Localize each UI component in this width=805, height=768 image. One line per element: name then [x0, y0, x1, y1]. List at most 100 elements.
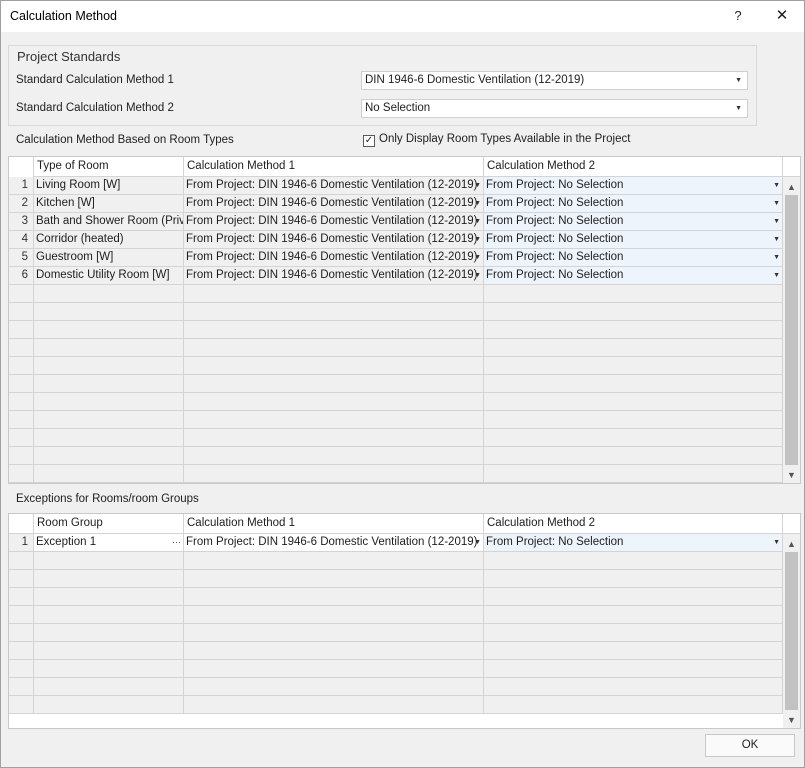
calc-method-2-header[interactable]: Calculation Method 2 — [484, 157, 783, 177]
chevron-down-icon[interactable]: ▼ — [474, 231, 481, 248]
exceptions-header: Room Group Calculation Method 1 Calculat… — [9, 514, 800, 534]
type-of-room-cell[interactable]: Guestroom [W] — [34, 249, 184, 267]
empty-cell — [484, 375, 783, 393]
chevron-down-icon[interactable]: ▼ — [474, 213, 481, 230]
standard-method-2-select[interactable]: No Selection ▼ — [361, 99, 748, 118]
calc-method-2-cell[interactable]: From Project: No Selection ▼ — [484, 534, 783, 552]
empty-cell — [484, 552, 783, 570]
calc-method-2-cell[interactable]: From Project: No Selection ▼ — [484, 177, 783, 195]
chevron-down-icon[interactable]: ▼ — [474, 267, 481, 284]
calc-method-1-cell[interactable]: From Project: DIN 1946-6 Domestic Ventil… — [184, 249, 484, 267]
chevron-down-icon[interactable]: ▼ — [474, 249, 481, 266]
row-number: 5 — [9, 249, 34, 267]
chevron-down-icon[interactable]: ▼ — [783, 712, 800, 728]
calc-method-1-header[interactable]: Calculation Method 1 — [184, 157, 484, 177]
empty-cell — [184, 303, 484, 321]
chevron-down-icon[interactable]: ▼ — [474, 177, 481, 194]
calc-method-1-cell[interactable]: From Project: DIN 1946-6 Domestic Ventil… — [184, 177, 484, 195]
type-of-room-cell[interactable]: Living Room [W] — [34, 177, 184, 195]
type-of-room-cell[interactable]: Domestic Utility Room [W] — [34, 267, 184, 285]
empty-cell — [9, 303, 34, 321]
empty-cell — [9, 321, 34, 339]
calc-method-1-cell[interactable]: From Project: DIN 1946-6 Domestic Ventil… — [184, 534, 484, 552]
empty-cell — [484, 285, 783, 303]
chevron-down-icon[interactable]: ▼ — [773, 534, 780, 551]
empty-cell — [34, 588, 184, 606]
type-of-room-cell[interactable]: Corridor (heated) — [34, 231, 184, 249]
standard-method-1-label: Standard Calculation Method 1 — [16, 74, 174, 86]
empty-cell — [484, 606, 783, 624]
empty-cell — [9, 624, 34, 642]
calc-method-1-cell[interactable]: From Project: DIN 1946-6 Domestic Ventil… — [184, 267, 484, 285]
chevron-down-icon[interactable]: ▼ — [773, 249, 780, 266]
empty-cell — [184, 642, 484, 660]
calc-method-2-value: From Project: No Selection — [486, 197, 624, 209]
exceptions-scrollbar[interactable]: ▲ ▼ — [783, 534, 800, 728]
scrollbar-thumb[interactable] — [785, 552, 798, 710]
room-types-section-label: Calculation Method Based on Room Types — [16, 134, 234, 146]
chevron-down-icon[interactable]: ▼ — [773, 213, 780, 230]
close-button[interactable]: ✕ — [770, 5, 794, 27]
calc-method-2-header[interactable]: Calculation Method 2 — [484, 514, 783, 534]
chevron-up-icon[interactable]: ▲ — [783, 536, 800, 552]
chevron-down-icon[interactable]: ▼ — [783, 467, 800, 483]
type-of-room-header[interactable]: Type of Room — [34, 157, 184, 177]
standard-method-1-select[interactable]: DIN 1946-6 Domestic Ventilation (12-2019… — [361, 71, 748, 90]
calculation-method-dialog: Calculation Method ? ✕ Project Standards… — [0, 0, 805, 768]
row-number: 6 — [9, 267, 34, 285]
calc-method-2-cell[interactable]: From Project: No Selection ▼ — [484, 231, 783, 249]
chevron-up-icon[interactable]: ▲ — [783, 179, 800, 195]
dialog-title: Calculation Method — [10, 9, 118, 23]
empty-cell — [484, 696, 783, 714]
calc-method-2-cell[interactable]: From Project: No Selection ▼ — [484, 267, 783, 285]
calc-method-2-cell[interactable]: From Project: No Selection ▼ — [484, 195, 783, 213]
empty-cell — [34, 447, 184, 465]
calc-method-1-value: From Project: DIN 1946-6 Domestic Ventil… — [186, 179, 478, 191]
empty-cell — [9, 411, 34, 429]
only-available-room-types-checkbox[interactable]: ✓ — [363, 135, 375, 147]
empty-cell — [184, 465, 484, 483]
empty-cell — [184, 660, 484, 678]
type-of-room-cell[interactable]: Kitchen [W] — [34, 195, 184, 213]
calc-method-1-cell[interactable]: From Project: DIN 1946-6 Domestic Ventil… — [184, 213, 484, 231]
calc-method-1-header[interactable]: Calculation Method 1 — [184, 514, 484, 534]
ok-button[interactable]: OK — [705, 734, 795, 757]
empty-cell — [9, 696, 34, 714]
empty-cell — [34, 339, 184, 357]
chevron-down-icon[interactable]: ▼ — [474, 195, 481, 212]
empty-cell — [34, 465, 184, 483]
empty-cell — [184, 552, 484, 570]
empty-cell — [9, 552, 34, 570]
empty-cell — [34, 303, 184, 321]
calc-method-1-cell[interactable]: From Project: DIN 1946-6 Domestic Ventil… — [184, 231, 484, 249]
empty-cell — [34, 696, 184, 714]
calc-method-1-cell[interactable]: From Project: DIN 1946-6 Domestic Ventil… — [184, 195, 484, 213]
room-group-cell[interactable]: Exception 1 ··· — [34, 534, 184, 552]
calc-method-2-cell[interactable]: From Project: No Selection ▼ — [484, 249, 783, 267]
chevron-down-icon[interactable]: ▼ — [773, 267, 780, 284]
ellipsis-button[interactable]: ··· — [172, 534, 181, 551]
room-group-header[interactable]: Room Group — [34, 514, 184, 534]
row-number-header — [9, 157, 34, 177]
help-button[interactable]: ? — [727, 5, 749, 27]
row-number-header — [9, 514, 34, 534]
chevron-down-icon[interactable]: ▼ — [773, 231, 780, 248]
empty-cell — [184, 447, 484, 465]
empty-cell — [9, 429, 34, 447]
scrollbar-thumb[interactable] — [785, 195, 798, 465]
chevron-down-icon[interactable]: ▼ — [773, 177, 780, 194]
empty-cell — [9, 375, 34, 393]
empty-cell — [34, 678, 184, 696]
room-types-scrollbar[interactable]: ▲ ▼ — [783, 177, 800, 483]
calc-method-2-cell[interactable]: From Project: No Selection ▼ — [484, 213, 783, 231]
empty-cell — [484, 447, 783, 465]
empty-cell — [34, 393, 184, 411]
chevron-down-icon[interactable]: ▼ — [474, 534, 481, 551]
empty-cell — [184, 339, 484, 357]
empty-cell — [484, 303, 783, 321]
chevron-down-icon: ▼ — [735, 77, 742, 84]
type-of-room-cell[interactable]: Bath and Shower Room (Priv... — [34, 213, 184, 231]
empty-cell — [184, 429, 484, 447]
empty-cell — [484, 339, 783, 357]
chevron-down-icon[interactable]: ▼ — [773, 195, 780, 212]
